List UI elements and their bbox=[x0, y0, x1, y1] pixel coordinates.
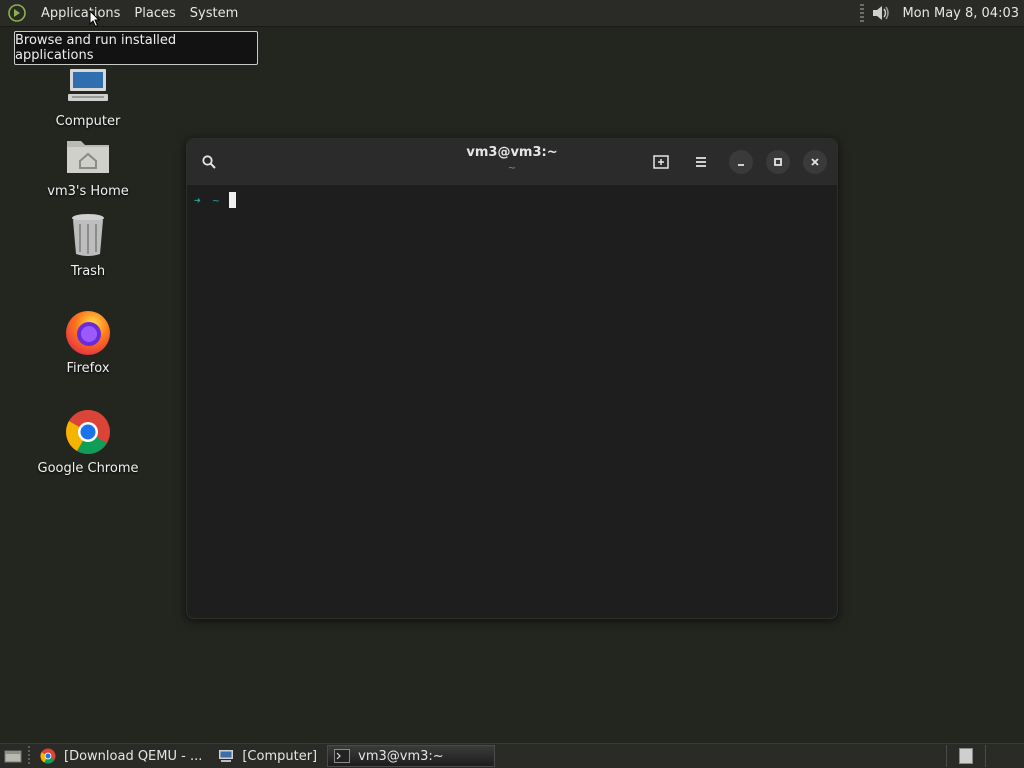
panel-grip[interactable] bbox=[860, 4, 865, 22]
close-icon[interactable] bbox=[803, 150, 827, 174]
desktop-icon-label: Trash bbox=[70, 264, 106, 279]
desktop-icon-label: Google Chrome bbox=[37, 461, 139, 476]
taskbar-item-label: [Computer] bbox=[242, 748, 318, 764]
workspace-2[interactable] bbox=[985, 745, 1024, 767]
chrome-icon bbox=[40, 748, 56, 764]
taskbar-item-label: vm3@vm3:~ bbox=[358, 748, 444, 764]
mate-logo-icon[interactable] bbox=[6, 2, 28, 24]
desktop-icon-label: vm3's Home bbox=[47, 184, 129, 199]
system-menu[interactable]: System bbox=[183, 6, 245, 21]
places-menu[interactable]: Places bbox=[127, 6, 182, 21]
prompt-line: ➜ ~ bbox=[194, 192, 237, 208]
taskbar-item-label: [Download QEMU - ... bbox=[64, 748, 203, 764]
applications-menu[interactable]: Applications bbox=[34, 6, 127, 21]
taskbar-item-terminal[interactable]: vm3@vm3:~ bbox=[327, 745, 496, 767]
tooltip-text: Browse and run installed applications bbox=[15, 33, 177, 63]
taskbar-separator bbox=[28, 746, 30, 766]
volume-icon[interactable] bbox=[870, 3, 892, 23]
show-desktop-icon[interactable] bbox=[2, 745, 24, 767]
maximize-icon[interactable] bbox=[766, 150, 790, 174]
terminal-headerbar[interactable]: vm3@vm3:~ ~ bbox=[187, 139, 837, 185]
chrome-icon bbox=[63, 407, 113, 457]
taskbar-item-computer[interactable]: [Computer] bbox=[212, 745, 323, 767]
top-panel: Applications Places System Mon May 8, 04… bbox=[0, 0, 1024, 27]
hamburger-menu-icon[interactable] bbox=[689, 150, 713, 174]
prompt-directory: ~ bbox=[212, 193, 220, 207]
computer-icon bbox=[63, 60, 113, 110]
desktop-icon-label: Firefox bbox=[66, 361, 110, 376]
workspace-switcher bbox=[946, 744, 1024, 768]
home-folder-icon bbox=[63, 130, 113, 180]
prompt-arrow: ➜ bbox=[194, 193, 201, 207]
desktop-icon-trash[interactable]: Trash bbox=[28, 210, 148, 279]
new-tab-icon[interactable] bbox=[649, 150, 673, 174]
mouse-pointer-icon bbox=[89, 9, 101, 32]
tooltip: Browse and run installed applications bbox=[14, 31, 258, 65]
firefox-icon bbox=[63, 307, 113, 357]
terminal-output[interactable]: ➜ ~ bbox=[187, 185, 837, 208]
taskbar-item-chrome[interactable]: [Download QEMU - ... bbox=[34, 745, 208, 767]
text-cursor bbox=[229, 192, 237, 208]
computer-icon bbox=[218, 748, 234, 764]
workspace-1[interactable] bbox=[946, 745, 985, 767]
minimize-icon[interactable] bbox=[729, 150, 753, 174]
bottom-taskbar: [Download QEMU - ... [Computer] vm3@vm3:… bbox=[0, 743, 1024, 768]
desktop-icon-computer[interactable]: Computer bbox=[28, 60, 148, 129]
panel-tray: Mon May 8, 04:03 bbox=[860, 0, 1019, 26]
terminal-window[interactable]: vm3@vm3:~ ~ ➜ ~ bbox=[186, 138, 838, 619]
desktop-icon-home[interactable]: vm3's Home bbox=[28, 130, 148, 199]
desktop-icon-chrome[interactable]: Google Chrome bbox=[28, 407, 148, 476]
desktop-icon-label: Computer bbox=[55, 114, 121, 129]
desktop-icon-firefox[interactable]: Firefox bbox=[28, 307, 148, 376]
trash-icon bbox=[63, 210, 113, 260]
clock[interactable]: Mon May 8, 04:03 bbox=[902, 6, 1019, 21]
terminal-icon bbox=[334, 748, 351, 764]
